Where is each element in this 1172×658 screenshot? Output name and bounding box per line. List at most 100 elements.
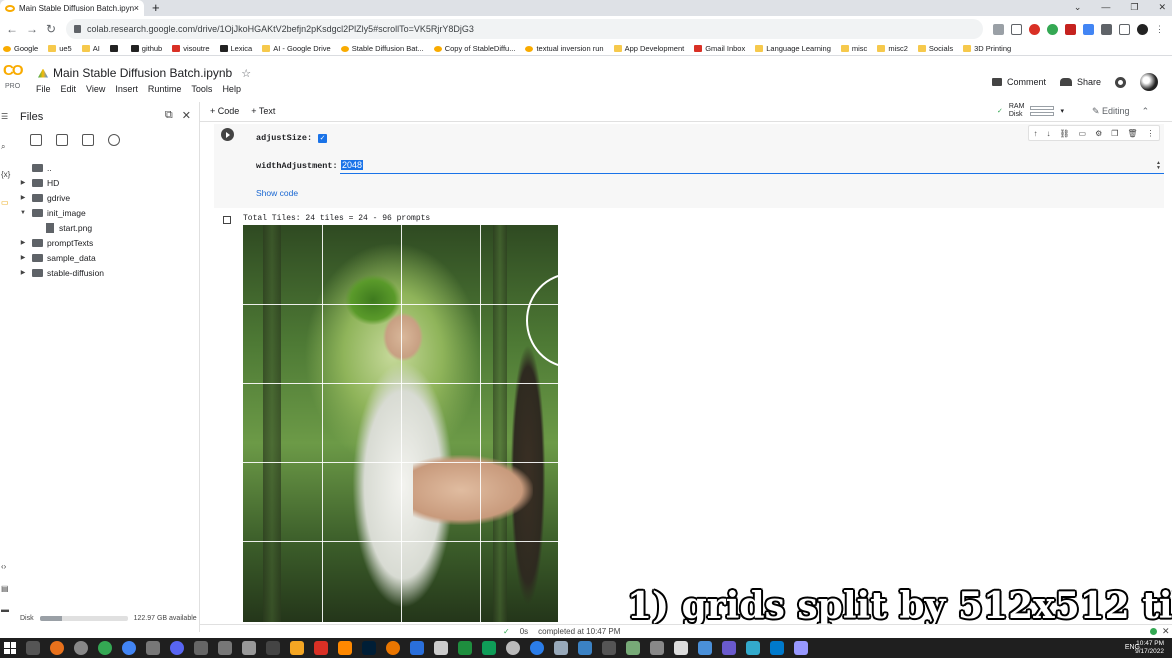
toc-icon[interactable]: ☰ — [1, 112, 8, 121]
number-spinner-icon[interactable]: ▲ ▼ — [1156, 161, 1161, 171]
terminal-icon[interactable]: ▬ — [1, 605, 9, 614]
menu-insert[interactable]: Insert — [115, 84, 138, 94]
comment-cell-icon[interactable]: ▭ — [1079, 129, 1087, 138]
chrome-gray-icon[interactable] — [74, 641, 88, 655]
share-button[interactable]: Share — [1059, 77, 1101, 87]
app-icon-10[interactable] — [530, 641, 544, 655]
file-item[interactable]: start.png — [18, 220, 198, 235]
reload-icon[interactable]: ↻ — [46, 22, 56, 36]
app-icon-4[interactable] — [242, 641, 256, 655]
open-in-tab-icon[interactable]: ⧉ — [165, 109, 173, 122]
bookmark-item[interactable]: ue5 — [48, 44, 72, 53]
link-icon[interactable]: ⛓ — [1059, 129, 1069, 138]
bookmark-item[interactable]: AI - Google Drive — [262, 44, 331, 53]
variables-icon[interactable]: {x} — [1, 170, 10, 179]
move-down-icon[interactable]: ↓ — [1046, 129, 1050, 138]
chrome-icon[interactable] — [98, 641, 112, 655]
bookmark-item[interactable] — [109, 45, 121, 52]
bookmark-item[interactable]: Lexica — [219, 44, 252, 53]
colab-logo[interactable]: CO — [3, 63, 27, 78]
bookmark-item[interactable]: misc2 — [877, 44, 908, 53]
run-cell-button[interactable] — [221, 128, 234, 141]
bookmark-item[interactable]: AI — [81, 44, 100, 53]
star-icon[interactable]: ☆ — [241, 67, 251, 80]
bookmark-item[interactable]: Stable Diffusion Bat... — [340, 44, 424, 53]
firefox-icon[interactable] — [50, 641, 64, 655]
pdf-extension-icon[interactable] — [1065, 23, 1076, 35]
collapse-header-icon[interactable]: ⌃ — [1142, 106, 1150, 117]
bookmark-item[interactable]: visoutre — [172, 44, 210, 53]
app-icon-12[interactable] — [578, 641, 592, 655]
bookmark-item[interactable]: Socials — [917, 44, 953, 53]
bookmark-star-icon[interactable] — [1011, 23, 1022, 35]
bookmark-item[interactable]: Google — [3, 44, 38, 53]
width-adjustment-value[interactable]: 2048 — [341, 160, 364, 170]
photoshop-icon[interactable] — [362, 641, 376, 655]
premiere-icon[interactable] — [794, 641, 808, 655]
discord-icon[interactable] — [170, 641, 184, 655]
caret-down-icon[interactable]: ▼ — [18, 210, 28, 216]
task-view-icon[interactable] — [26, 641, 40, 655]
app-icon-18[interactable] — [722, 641, 736, 655]
profile-icon[interactable] — [1137, 23, 1148, 35]
app-icon-9[interactable] — [482, 641, 496, 655]
folder-item[interactable]: ▶ HD — [18, 175, 198, 190]
grammarly-icon[interactable] — [1047, 23, 1058, 35]
new-folder-icon[interactable] — [56, 134, 68, 146]
maximize-button[interactable]: ❐ — [1130, 0, 1138, 14]
new-tab-button[interactable]: + — [152, 0, 160, 15]
adjust-size-checkbox[interactable]: ✓ — [318, 134, 327, 143]
app-icon-6[interactable] — [410, 641, 424, 655]
clock[interactable]: 10:47 PM 9/17/2022 — [1135, 640, 1164, 656]
command-palette-icon[interactable]: ▤ — [1, 584, 9, 593]
minimize-button[interactable]: — — [1101, 0, 1110, 14]
app-icon-13[interactable] — [602, 641, 616, 655]
menu-view[interactable]: View — [86, 84, 105, 94]
chevron-down-icon[interactable]: ▾ — [1060, 107, 1064, 115]
show-code-link[interactable]: Show code — [256, 188, 298, 198]
width-adjustment-input[interactable] — [340, 173, 1164, 174]
avatar[interactable] — [1140, 73, 1158, 91]
bookmark-item[interactable]: textual inversion run — [525, 44, 604, 53]
upload-file-icon[interactable] — [30, 134, 42, 146]
settings-gear-icon[interactable] — [506, 641, 520, 655]
app-icon-8[interactable] — [458, 641, 472, 655]
caret-right-icon[interactable]: ▶ — [18, 239, 28, 246]
move-up-icon[interactable]: ↑ — [1033, 129, 1037, 138]
bookmark-item[interactable]: App Development — [613, 44, 684, 53]
search-icon[interactable]: ⌕ — [1, 142, 5, 152]
add-text-button[interactable]: + Text — [251, 106, 275, 116]
folder-item[interactable]: ▶ stable-diffusion — [18, 265, 198, 280]
tab-search-button[interactable]: ⌄ — [1074, 0, 1082, 14]
output-icon[interactable] — [223, 216, 231, 224]
app-icon-16[interactable] — [674, 641, 688, 655]
caret-right-icon[interactable]: ▶ — [18, 254, 28, 261]
app-icon-2[interactable] — [194, 641, 208, 655]
forward-arrow-icon[interactable]: → — [26, 22, 38, 36]
comment-button[interactable]: Comment — [991, 77, 1046, 87]
blender-icon[interactable] — [386, 641, 400, 655]
delete-cell-icon[interactable]: 🗑 — [1127, 129, 1137, 138]
menu-file[interactable]: File — [36, 84, 51, 94]
app-icon-ln[interactable] — [290, 641, 304, 655]
app-icon-3[interactable] — [218, 641, 232, 655]
refresh-folder-icon[interactable] — [82, 134, 94, 146]
bookmark-item[interactable]: 3D Printing — [963, 44, 1011, 53]
app-icon-14[interactable] — [626, 641, 640, 655]
app-icon-7[interactable] — [434, 641, 448, 655]
sidepanel-icon[interactable] — [1119, 23, 1130, 35]
folder-item[interactable]: ▶ sample_data — [18, 250, 198, 265]
app-icon-11[interactable] — [554, 641, 568, 655]
chrome-profile-icon[interactable] — [122, 641, 136, 655]
back-arrow-icon[interactable]: ← — [6, 22, 18, 36]
bookmark-item[interactable]: Language Learning — [755, 44, 831, 53]
close-panel-icon[interactable]: ✕ — [182, 109, 191, 122]
tab-close-icon[interactable]: × — [134, 3, 139, 13]
menu-tools[interactable]: Tools — [191, 84, 212, 94]
ram-disk-indicator[interactable]: ✓ RAM Disk ▾ — [997, 103, 1064, 119]
more-cell-icon[interactable]: ⋮ — [1146, 129, 1154, 138]
translate-icon[interactable] — [1083, 23, 1094, 35]
bookmark-item[interactable]: Gmail Inbox — [694, 44, 745, 53]
app-icon-19[interactable] — [746, 641, 760, 655]
app-icon-5[interactable] — [314, 641, 328, 655]
